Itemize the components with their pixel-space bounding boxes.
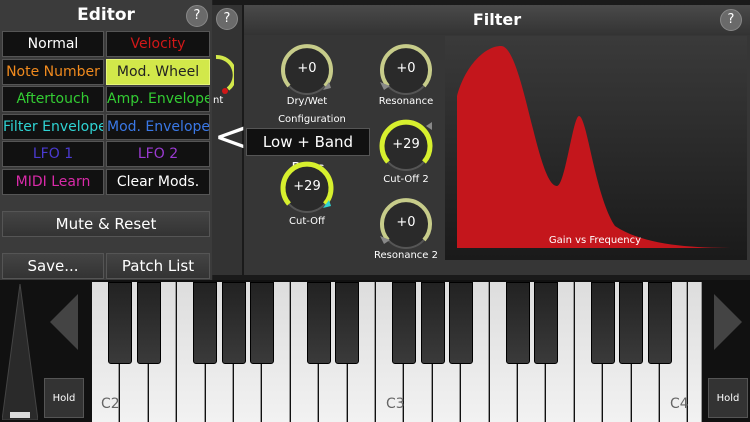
cutoff2-value: +29 bbox=[392, 137, 420, 152]
editor-mod-button-aftertouch[interactable]: Aftertouch bbox=[2, 86, 104, 112]
graph-caption: Gain vs Frequency bbox=[548, 235, 642, 246]
editor-title: Editor bbox=[77, 5, 135, 25]
editor-mod-button-note-number[interactable]: Note Number bbox=[2, 58, 104, 85]
black-key[interactable] bbox=[108, 282, 133, 364]
editor-mod-button-mod-wheel[interactable]: Mod. Wheel bbox=[106, 58, 210, 85]
resonance-knob[interactable]: +0 bbox=[378, 42, 434, 98]
black-key[interactable] bbox=[307, 282, 331, 364]
editor-mod-button-amp-envelope[interactable]: Amp. Envelope bbox=[106, 86, 210, 112]
black-key[interactable] bbox=[449, 282, 473, 364]
configuration-label: Configuration bbox=[278, 114, 346, 125]
cutoff2-label: Cut-Off 2 bbox=[383, 174, 429, 185]
editor-mod-button-filter-envelope[interactable]: Filter Envelope bbox=[2, 113, 104, 140]
black-key[interactable] bbox=[647, 282, 672, 364]
dry-wet-value: +0 bbox=[297, 61, 317, 76]
filter-response-graph: Gain vs Frequency bbox=[445, 36, 747, 260]
note-label-c4: C4 bbox=[670, 396, 689, 412]
cutoff2-knob[interactable]: +29 bbox=[378, 118, 434, 174]
octave-up-icon[interactable] bbox=[710, 292, 746, 352]
background-help-button[interactable]: ? bbox=[216, 8, 238, 30]
editor-mod-button-normal[interactable]: Normal bbox=[2, 31, 104, 57]
dry-wet-knob[interactable]: +0 bbox=[279, 42, 335, 98]
note-label-c3: C3 bbox=[386, 396, 405, 412]
editor-mod-button-lfo-1[interactable]: LFO 1 bbox=[2, 141, 104, 167]
black-key[interactable] bbox=[193, 282, 218, 364]
resonance2-knob[interactable]: +0 bbox=[378, 196, 434, 252]
background-knob-arc bbox=[215, 54, 234, 94]
cutoff-label: Cut-Off bbox=[289, 216, 325, 227]
gain-frequency-curve bbox=[445, 36, 747, 260]
note-label-c2: C2 bbox=[101, 396, 120, 412]
dry-wet-label: Dry/Wet bbox=[286, 96, 328, 107]
resonance-label: Resonance bbox=[378, 96, 434, 107]
patch-list-button[interactable]: Patch List bbox=[106, 253, 210, 279]
filter-title: Filter bbox=[244, 5, 750, 35]
hold-right-button[interactable]: Hold bbox=[708, 378, 748, 418]
cutoff-knob[interactable]: +29 bbox=[279, 160, 335, 216]
black-key[interactable] bbox=[619, 282, 644, 364]
white-key[interactable] bbox=[688, 282, 702, 422]
black-key[interactable] bbox=[505, 282, 530, 364]
editor-mod-button-clear-mods[interactable]: Clear Mods. bbox=[106, 168, 210, 195]
black-key[interactable] bbox=[420, 282, 445, 364]
save-button[interactable]: Save... bbox=[2, 253, 104, 279]
resonance2-value: +0 bbox=[396, 215, 416, 230]
editor-mod-button-mod-envelope[interactable]: Mod. Envelope bbox=[106, 113, 210, 140]
black-key[interactable] bbox=[136, 282, 161, 364]
resonance2-label: Resonance 2 bbox=[374, 250, 438, 261]
editor-mod-button-velocity[interactable]: Velocity bbox=[106, 31, 210, 57]
configuration-select[interactable]: Low + Band Pass bbox=[246, 128, 370, 177]
background-partial-label: nt bbox=[213, 95, 224, 106]
mute-reset-button[interactable]: Mute & Reset bbox=[2, 211, 210, 237]
black-key[interactable] bbox=[250, 282, 275, 364]
editor-mod-button-midi-learn[interactable]: MIDI Learn bbox=[2, 168, 104, 195]
octave-down-icon[interactable] bbox=[46, 292, 82, 352]
editor-help-button[interactable]: ? bbox=[186, 5, 208, 27]
black-key[interactable] bbox=[392, 282, 417, 364]
cutoff-value: +29 bbox=[293, 179, 321, 194]
black-key[interactable] bbox=[534, 282, 559, 364]
resonance-value: +0 bbox=[396, 61, 416, 76]
black-key[interactable] bbox=[335, 282, 360, 364]
collapse-chevron-icon[interactable]: < bbox=[214, 112, 248, 162]
black-key[interactable] bbox=[221, 282, 246, 364]
filter-help-button[interactable]: ? bbox=[720, 9, 742, 31]
black-key[interactable] bbox=[591, 282, 615, 364]
editor-mod-button-lfo-2[interactable]: LFO 2 bbox=[106, 141, 210, 167]
hold-left-button[interactable]: Hold bbox=[44, 378, 84, 418]
pitch-strip[interactable] bbox=[2, 284, 38, 420]
